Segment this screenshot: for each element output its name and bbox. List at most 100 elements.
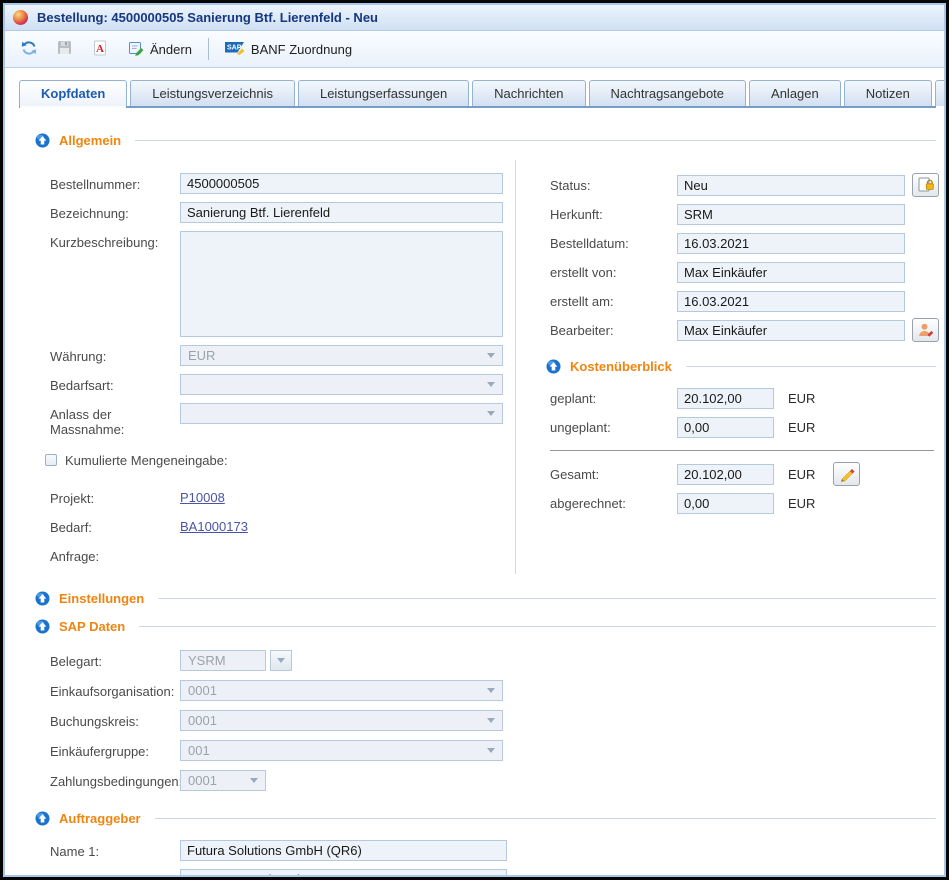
svg-text:A: A — [96, 43, 104, 55]
tab-leistungserfassungen[interactable]: Leistungserfassungen — [298, 80, 469, 106]
kosten-separator — [550, 450, 934, 451]
anlass-select[interactable] — [180, 403, 503, 424]
tab-log[interactable]: Log — [935, 80, 946, 106]
bearbeiter-field[interactable] — [677, 320, 905, 341]
person-edit-icon — [918, 322, 934, 338]
zahlungsbedingungen-select[interactable]: 0001 — [180, 770, 266, 791]
section-divider — [155, 818, 936, 819]
chevron-down-icon — [487, 353, 495, 358]
section-divider — [139, 626, 936, 627]
name1-field[interactable] — [180, 840, 507, 861]
section-header-sap-daten: SAP Daten — [35, 618, 936, 634]
tab-notizen[interactable]: Notizen — [844, 80, 932, 106]
erstellt-am-field[interactable] — [677, 291, 905, 312]
erstellt-von-field[interactable] — [677, 262, 905, 283]
pencil-icon — [839, 466, 855, 482]
zahlungsbedingungen-label: Zahlungsbedingungen: — [50, 770, 180, 789]
gesamt-currency: EUR — [788, 467, 815, 482]
erstellt-am-label: erstellt am: — [550, 294, 677, 309]
kumulierte-label: Kumulierte Mengeneingabe: — [65, 453, 228, 468]
tab-label: Nachrichten — [494, 86, 563, 101]
herkunft-field[interactable] — [677, 204, 905, 225]
chevron-down-icon — [487, 411, 495, 416]
collapse-arrow-icon[interactable] — [35, 133, 50, 148]
buchungskreis-label: Buchungskreis: — [50, 710, 180, 729]
bestellnummer-field[interactable] — [180, 173, 503, 194]
abgerechnet-field[interactable] — [677, 493, 774, 514]
tab-label: Leistungserfassungen — [320, 86, 447, 101]
toolbar-separator — [208, 38, 209, 60]
ungeplant-field[interactable] — [677, 417, 774, 438]
belegart-dropdown-button[interactable] — [270, 650, 292, 671]
save-icon — [57, 40, 72, 58]
status-lock-button[interactable] — [912, 173, 939, 197]
section-divider — [686, 366, 936, 367]
belegart-select[interactable]: YSRM — [180, 650, 266, 671]
bedarf-label: Bedarf: — [50, 516, 180, 535]
allgemein-right-column: Status: Herkunft: Bestelldatu — [516, 160, 944, 574]
pdf-export-button[interactable]: A — [86, 36, 114, 63]
section-title: SAP Daten — [59, 619, 125, 634]
sap-banf-icon: SAP — [225, 41, 245, 58]
status-field[interactable] — [677, 175, 905, 196]
gesamt-label: Gesamt: — [550, 467, 677, 482]
bestellnummer-label: Bestellnummer: — [50, 173, 180, 192]
tab-label: Notizen — [866, 86, 910, 101]
bedarfsart-select[interactable] — [180, 374, 503, 395]
projekt-link[interactable]: P10008 — [180, 487, 225, 505]
section-header-auftraggeber: Auftraggeber — [35, 810, 936, 826]
section-header-allgemein: Allgemein — [35, 132, 936, 148]
tab-leistungsverzeichnis[interactable]: Leistungsverzeichnis — [130, 80, 295, 106]
geplant-label: geplant: — [550, 391, 677, 406]
abgerechnet-label: abgerechnet: — [550, 496, 677, 511]
app-window: Bestellung: 4500000505 Sanierung Btf. Li… — [0, 0, 949, 880]
banf-zuordnung-button[interactable]: SAP BANF Zuordnung — [219, 37, 358, 62]
einkaeufergruppe-select[interactable]: 001 — [180, 740, 503, 761]
save-button[interactable] — [51, 36, 78, 62]
gesamt-field[interactable] — [677, 464, 774, 485]
chevron-down-icon — [487, 718, 495, 723]
bezeichnung-field[interactable] — [180, 202, 503, 223]
ungeplant-label: ungeplant: — [550, 420, 677, 435]
ungeplant-currency: EUR — [788, 420, 815, 435]
projekt-label: Projekt: — [50, 487, 180, 506]
einkaeufergruppe-label: Einkäufergruppe: — [50, 740, 180, 759]
kumulierte-checkbox[interactable] — [45, 454, 57, 466]
bedarfsart-label: Bedarfsart: — [50, 374, 180, 393]
buchungskreis-value: 0001 — [188, 713, 217, 728]
belegart-value: YSRM — [188, 653, 226, 668]
waehrung-value: EUR — [188, 348, 215, 363]
chevron-down-icon — [250, 778, 258, 783]
window-title: Bestellung: 4500000505 Sanierung Btf. Li… — [37, 10, 378, 25]
section-title: Kostenüberblick — [570, 359, 672, 374]
section-divider — [158, 598, 936, 599]
einkaufsorganisation-select[interactable]: 0001 — [180, 680, 503, 701]
collapse-arrow-icon[interactable] — [546, 359, 561, 374]
waehrung-label: Währung: — [50, 345, 180, 364]
svg-text:SAP: SAP — [227, 44, 242, 51]
tab-anlagen[interactable]: Anlagen — [749, 80, 841, 106]
buchungskreis-select[interactable]: 0001 — [180, 710, 503, 731]
change-bearbeiter-button[interactable] — [912, 318, 939, 342]
section-title: Einstellungen — [59, 591, 144, 606]
kopfdaten-panel: Allgemein Bestellnummer: Bezeichnung: Ku… — [5, 108, 944, 875]
waehrung-select[interactable]: EUR — [180, 345, 503, 366]
kurzbeschreibung-field[interactable] — [180, 231, 503, 337]
bestelldatum-field[interactable] — [677, 233, 905, 254]
tab-nachtragsangebote[interactable]: Nachtragsangebote — [589, 80, 746, 106]
refresh-button[interactable] — [15, 36, 43, 63]
collapse-arrow-icon[interactable] — [35, 591, 50, 606]
tab-kopfdaten[interactable]: Kopfdaten — [19, 80, 127, 106]
collapse-arrow-icon[interactable] — [35, 811, 50, 826]
aendern-button[interactable]: Ändern — [122, 36, 198, 63]
edit-gesamt-button[interactable] — [833, 462, 860, 486]
name2-field[interactable] — [180, 869, 507, 875]
collapse-arrow-icon[interactable] — [35, 619, 50, 634]
geplant-field[interactable] — [677, 388, 774, 409]
section-header-einstellungen: Einstellungen — [35, 590, 936, 606]
tab-nachrichten[interactable]: Nachrichten — [472, 80, 585, 106]
name2-label: Name 2: — [50, 869, 180, 875]
tab-label: Anlagen — [771, 86, 819, 101]
bedarf-link[interactable]: BA1000173 — [180, 516, 248, 534]
sap-daten-fields: Belegart: YSRM Einkaufsorganisation: 000… — [5, 650, 944, 792]
